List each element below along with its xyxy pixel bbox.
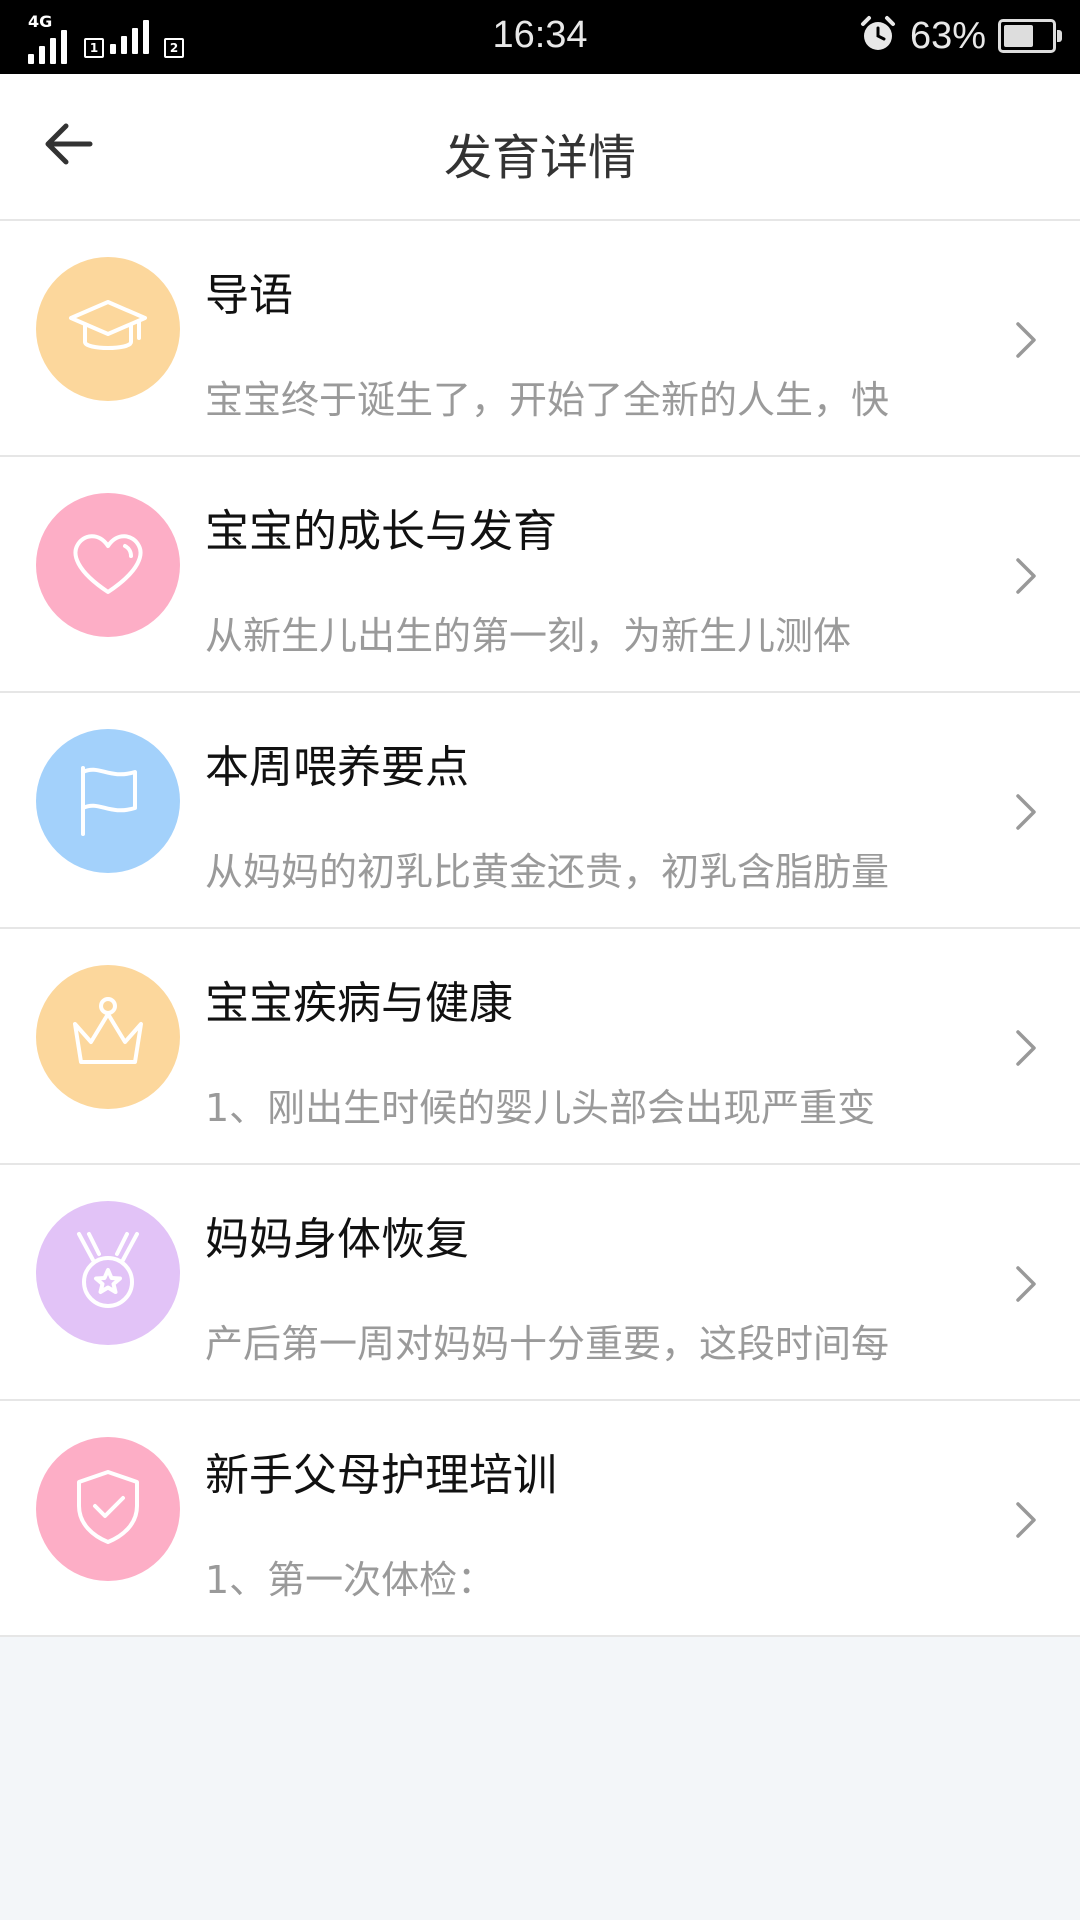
item-summary: 1、刚出生时候的婴儿头部会出现严重变 <box>205 1086 876 1130</box>
item-title: 导语 <box>205 270 293 321</box>
list-item-health[interactable]: 宝宝疾病与健康 1、刚出生时候的婴儿头部会出现严重变 <box>0 929 1080 1165</box>
item-summary: 产后第一周对妈妈十分重要，这段时间每 <box>205 1322 890 1366</box>
battery-icon <box>998 19 1062 53</box>
status-bar: 4G 1 2 16:34 63% <box>0 0 1080 74</box>
item-summary: 宝宝终于诞生了，开始了全新的人生，快 <box>205 378 890 422</box>
shield-check-icon <box>65 1464 151 1554</box>
graduation-cap-icon <box>65 284 151 374</box>
chevron-right-icon <box>1006 549 1046 603</box>
flag-icon <box>65 756 151 846</box>
chevron-right-icon <box>1006 1493 1046 1547</box>
item-summary: 从新生儿出生的第一刻，为新生儿测体 <box>205 614 852 658</box>
medal-icon <box>63 1226 153 1320</box>
item-title: 宝宝疾病与健康 <box>205 978 513 1029</box>
item-icon-circle <box>36 257 180 401</box>
alarm-clock-icon <box>858 14 898 58</box>
chevron-right-icon <box>1006 1257 1046 1311</box>
page-title: 发育详情 <box>443 130 636 186</box>
item-title: 新手父母护理培训 <box>205 1450 557 1501</box>
heart-icon <box>65 520 151 610</box>
item-summary: 从妈妈的初乳比黄金还贵，初乳含脂肪量 <box>205 850 890 894</box>
item-title: 宝宝的成长与发育 <box>205 506 557 557</box>
list-item-mom-recovery[interactable]: 妈妈身体恢复 产后第一周对妈妈十分重要，这段时间每 <box>0 1165 1080 1401</box>
battery-percent: 63% <box>909 14 986 57</box>
list-item-intro[interactable]: 导语 宝宝终于诞生了，开始了全新的人生，快 <box>0 221 1080 457</box>
chevron-right-icon <box>1006 785 1046 839</box>
app-header: 发育详情 <box>0 74 1080 221</box>
status-right: 63% <box>858 14 1062 58</box>
chevron-right-icon <box>1006 313 1046 367</box>
item-icon-circle <box>36 493 180 637</box>
list-item-growth[interactable]: 宝宝的成长与发育 从新生儿出生的第一刻，为新生儿测体 <box>0 457 1080 693</box>
crown-icon <box>63 990 153 1084</box>
item-icon-circle <box>36 965 180 1109</box>
item-title: 本周喂养要点 <box>205 742 469 793</box>
topic-list: 导语 宝宝终于诞生了，开始了全新的人生，快 宝宝的成长与发育 从新生儿出生的第一… <box>0 221 1080 1637</box>
list-item-feeding[interactable]: 本周喂养要点 从妈妈的初乳比黄金还贵，初乳含脂肪量 <box>0 693 1080 929</box>
chevron-right-icon <box>1006 1021 1046 1075</box>
item-summary: 1、第一次体检： <box>205 1558 496 1602</box>
item-icon-circle <box>36 729 180 873</box>
item-icon-circle <box>36 1437 180 1581</box>
item-icon-circle <box>36 1201 180 1345</box>
list-item-parent-training[interactable]: 新手父母护理培训 1、第一次体检： <box>0 1401 1080 1637</box>
item-title: 妈妈身体恢复 <box>205 1214 469 1265</box>
